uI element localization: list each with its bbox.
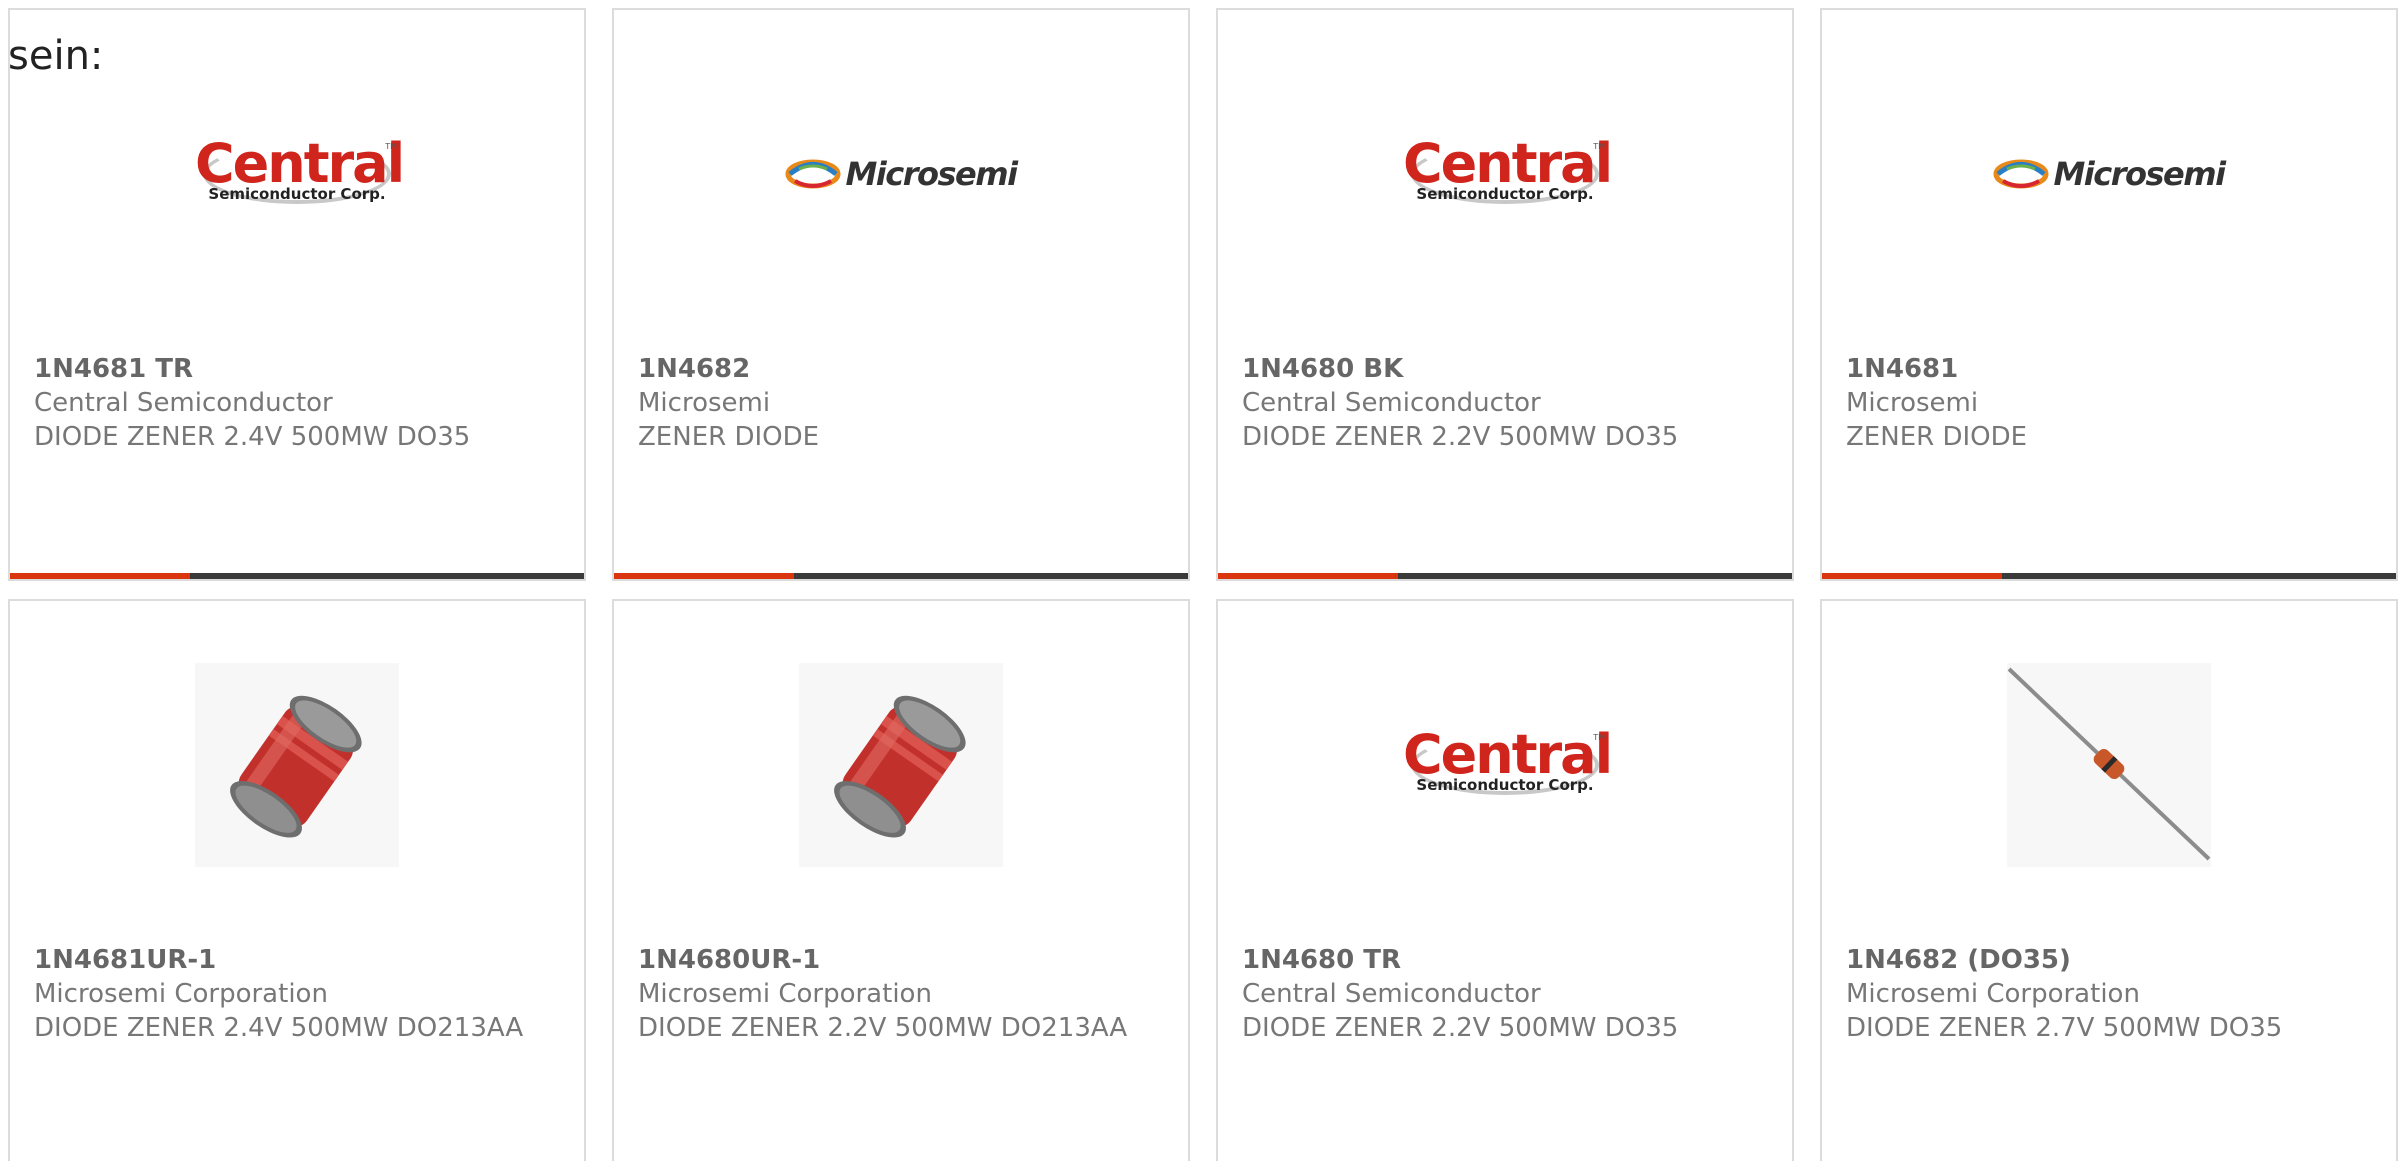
product-card[interactable]: Central TM Semiconductor Corp. 1N4681 TR… (8, 8, 586, 581)
product-manufacturer: Microsemi (638, 388, 771, 418)
card-bottom-bar (614, 573, 1188, 579)
product-manufacturer: Microsemi (1846, 388, 1979, 418)
melf-diode-photo (195, 663, 399, 867)
product-description: ZENER DIODE (638, 422, 820, 452)
product-description: DIODE ZENER 2.7V 500MW DO35 (1846, 1013, 2283, 1043)
product-description: DIODE ZENER 2.2V 500MW DO35 (1242, 1013, 1679, 1043)
product-image: Central TM Semiconductor Corp. (195, 72, 405, 276)
product-part-number[interactable]: 1N4680 BK (1242, 352, 1768, 386)
product-image (799, 663, 1003, 867)
product-card[interactable]: Microsemi 1N4682 Microsemi ZENER DIODE (612, 8, 1190, 581)
product-image (2007, 663, 2211, 867)
product-image: Microsemi (1993, 72, 2226, 276)
product-image (195, 663, 399, 867)
product-part-number[interactable]: 1N4681UR-1 (34, 943, 560, 977)
product-part-number[interactable]: 1N4681 TR (34, 352, 560, 386)
product-part-number[interactable]: 1N4681 (1846, 352, 2372, 386)
microsemi-swirl-icon (785, 159, 841, 189)
axial-diode-photo (2007, 663, 2211, 867)
product-description: ZENER DIODE (1846, 422, 2028, 452)
product-manufacturer: Microsemi Corporation (34, 979, 328, 1009)
product-manufacturer: Microsemi Corporation (1846, 979, 2140, 1009)
product-part-number[interactable]: 1N4682 (638, 352, 1164, 386)
microsemi-swirl-icon (1993, 159, 2049, 189)
product-description: DIODE ZENER 2.2V 500MW DO35 (1242, 422, 1679, 452)
product-part-number[interactable]: 1N4680 TR (1242, 943, 1768, 977)
product-part-number[interactable]: 1N4680UR-1 (638, 943, 1164, 977)
central-logo: Central TM Semiconductor Corp. (1403, 723, 1613, 795)
product-image: Central TM Semiconductor Corp. (1403, 663, 1613, 867)
card-bottom-bar (10, 573, 584, 579)
product-description: DIODE ZENER 2.4V 500MW DO35 (34, 422, 471, 452)
product-manufacturer: Microsemi Corporation (638, 979, 932, 1009)
card-bottom-bar (1218, 573, 1792, 579)
product-manufacturer: Central Semiconductor (34, 388, 333, 418)
central-logo: Central TM Semiconductor Corp. (1403, 132, 1613, 204)
product-description: DIODE ZENER 2.2V 500MW DO213AA (638, 1013, 1128, 1043)
product-image: Microsemi (785, 72, 1018, 276)
product-card[interactable]: 1N4680UR-1 Microsemi Corporation DIODE Z… (612, 599, 1190, 1161)
microsemi-logo: Microsemi (785, 155, 1018, 193)
page: sein: Central TM Semiconductor Corp. 1N4… (0, 0, 2400, 1161)
melf-diode-photo (799, 663, 1003, 867)
product-manufacturer: Central Semiconductor (1242, 979, 1541, 1009)
card-bottom-bar (1822, 573, 2396, 579)
intro-text: sein: (8, 33, 104, 79)
product-image: Central TM Semiconductor Corp. (1403, 72, 1613, 276)
product-grid: Central TM Semiconductor Corp. 1N4681 TR… (8, 8, 2398, 1161)
product-card[interactable]: 1N4681UR-1 Microsemi Corporation DIODE Z… (8, 599, 586, 1161)
product-card[interactable]: Central TM Semiconductor Corp. 1N4680 BK… (1216, 8, 1794, 581)
product-part-number[interactable]: 1N4682 (DO35) (1846, 943, 2372, 977)
product-manufacturer: Central Semiconductor (1242, 388, 1541, 418)
central-logo: Central TM Semiconductor Corp. (195, 132, 405, 204)
product-card[interactable]: Microsemi 1N4681 Microsemi ZENER DIODE (1820, 8, 2398, 581)
microsemi-logo: Microsemi (1993, 155, 2226, 193)
product-card[interactable]: Central TM Semiconductor Corp. 1N4680 TR… (1216, 599, 1794, 1161)
product-card[interactable]: 1N4682 (DO35) Microsemi Corporation DIOD… (1820, 599, 2398, 1161)
product-description: DIODE ZENER 2.4V 500MW DO213AA (34, 1013, 524, 1043)
